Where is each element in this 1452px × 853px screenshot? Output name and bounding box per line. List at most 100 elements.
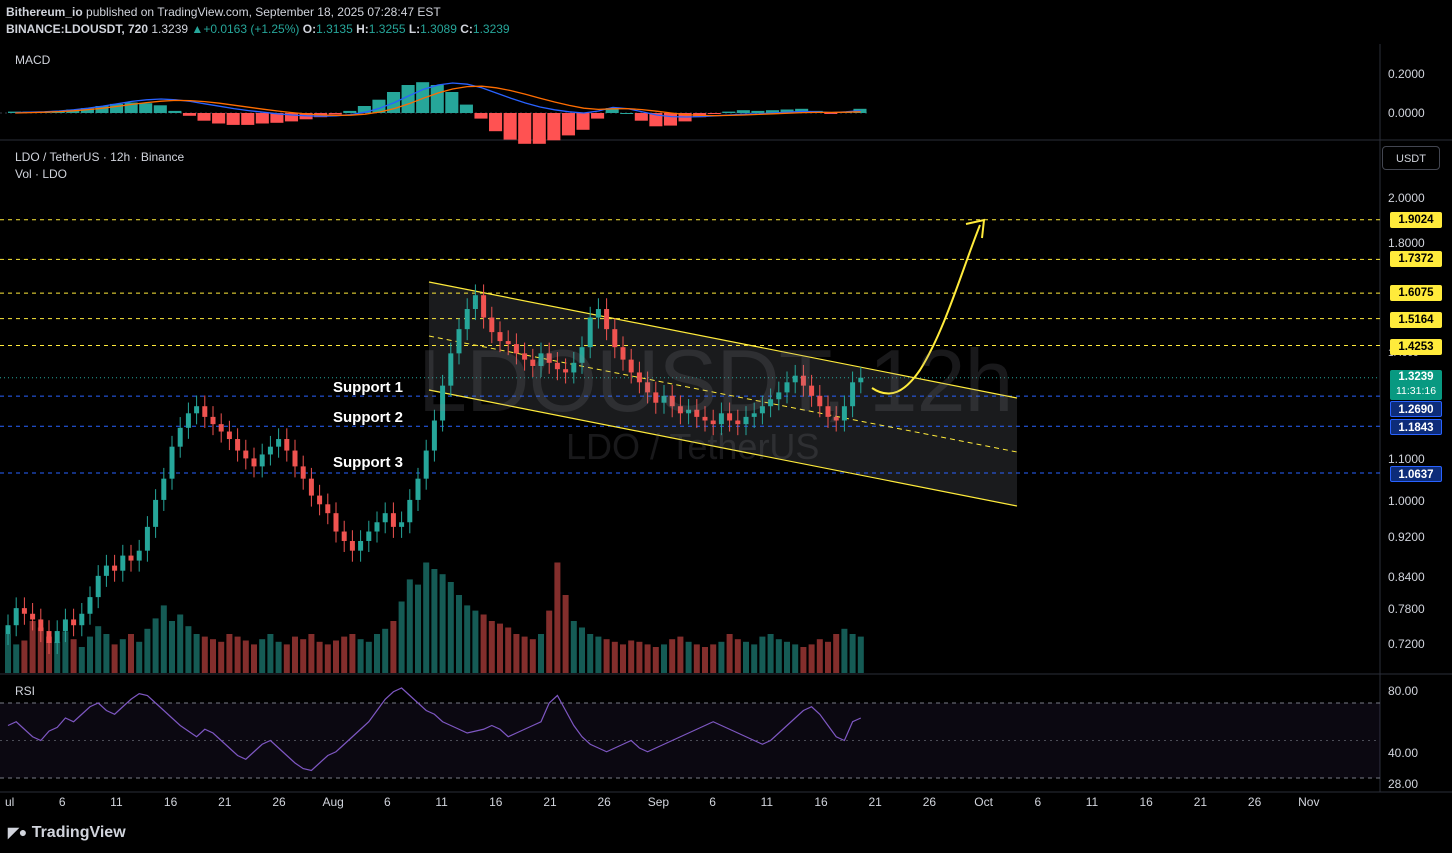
resistance-label[interactable]: 1.9024 <box>1390 212 1442 228</box>
candle-body <box>595 309 601 318</box>
last-price-label[interactable]: 1.3239 11:31:16 <box>1390 370 1442 400</box>
volume-bar <box>505 627 512 673</box>
main-pane-label[interactable]: LDO / TetherUS · 12h · Binance <box>15 150 184 164</box>
volume-bar <box>103 634 110 673</box>
time-axis[interactable]: ul 6 11 16 21 26 Aug 6 11 16 21 26 Sep 6 11 16 21 26 Oct 6 1… <box>0 795 1380 811</box>
macd-histogram-bar <box>197 113 211 121</box>
volume-bar <box>841 628 848 673</box>
macd-histogram-bar <box>591 113 605 119</box>
volume-bar <box>529 639 536 673</box>
resistance-label[interactable]: 1.6075 <box>1390 285 1442 301</box>
candle-body <box>62 619 68 632</box>
time-tick: 16 <box>814 795 828 809</box>
bar-countdown: 11:31:16 <box>1395 385 1437 397</box>
volume-bar <box>857 636 864 673</box>
volume-label[interactable]: Vol · LDO <box>15 167 67 181</box>
resistance-label[interactable]: 1.7372 <box>1390 251 1442 267</box>
price-tick: 0.7200 <box>1388 637 1425 651</box>
time-tick: 21 <box>868 795 882 809</box>
volume-bar <box>743 641 749 673</box>
macd-histogram-bar <box>503 113 517 140</box>
time-tick: 6 <box>1034 795 1042 809</box>
volume-bar <box>234 636 241 673</box>
candle-body <box>333 513 339 532</box>
volume-bar <box>775 639 782 673</box>
volume-bar <box>661 644 667 673</box>
time-tick: 6 <box>709 795 716 809</box>
volume-bar <box>800 647 807 673</box>
support-label[interactable]: 1.1843 <box>1390 419 1442 435</box>
time-tick: ul <box>5 795 15 809</box>
resistance-label[interactable]: 1.4253 <box>1390 339 1442 355</box>
tradingview-logo[interactable]: ◤● TradingView <box>8 824 126 842</box>
candle-body <box>71 619 77 626</box>
volume-bar <box>538 634 544 673</box>
volume-bar <box>87 636 93 673</box>
macd-histogram-bar <box>343 110 357 113</box>
support-3-text: Support 3 <box>333 454 403 471</box>
time-tick: 11 <box>110 795 123 809</box>
volume-bar <box>447 582 454 673</box>
support-label[interactable]: 1.0637 <box>1390 466 1442 482</box>
currency-button[interactable]: USDT <box>1382 146 1440 170</box>
volume-bar <box>13 644 20 673</box>
time-tick: 21 <box>1193 795 1208 809</box>
volume-bar <box>144 628 151 673</box>
candle-body <box>284 439 290 451</box>
candle-body <box>128 555 134 561</box>
rsi-axis-tick: 28.00 <box>1388 777 1419 791</box>
volume-bar <box>759 636 766 673</box>
resistance-label[interactable]: 1.5164 <box>1390 312 1442 328</box>
volume-bar <box>242 640 249 673</box>
candle-body <box>13 608 19 626</box>
candle-body <box>87 597 93 614</box>
time-tick: 16 <box>1139 795 1153 809</box>
volume-bar <box>283 644 290 673</box>
time-tick: 16 <box>489 795 503 809</box>
volume-bar <box>95 626 102 673</box>
time-tick: Sep <box>647 795 670 809</box>
candle-body <box>251 458 257 467</box>
volume-bar <box>382 628 389 673</box>
candle-body <box>481 295 487 318</box>
volume-bar <box>267 634 274 673</box>
macd-histogram-bar <box>416 82 430 113</box>
candle-body <box>423 450 429 479</box>
support-label[interactable]: 1.2690 <box>1390 401 1442 417</box>
volume-bar <box>784 641 790 673</box>
macd-pane-label[interactable]: MACD <box>15 53 50 67</box>
volume-bar <box>669 639 676 673</box>
macd-histogram-bar <box>620 113 634 114</box>
volume-bar <box>357 639 364 673</box>
volume-bar <box>611 641 618 673</box>
macd-histogram-bar <box>459 104 473 113</box>
candle-body <box>194 406 200 414</box>
tradingview-logo-text: TradingView <box>31 824 126 841</box>
candle-body <box>358 540 364 551</box>
candle-body <box>185 413 191 428</box>
candle-body <box>218 424 224 432</box>
candle-body <box>169 446 175 479</box>
time-tick: 6 <box>384 795 391 809</box>
volume-bar <box>193 634 200 673</box>
volume-bar <box>423 562 430 673</box>
volume-bar <box>849 634 856 673</box>
volume-bar <box>603 639 610 673</box>
candle-body <box>415 478 421 500</box>
volume-bar <box>439 574 446 673</box>
candle-body <box>300 466 306 479</box>
price-tick: 0.8400 <box>1388 570 1425 584</box>
macd-histogram-bar <box>168 110 182 113</box>
rsi-pane-label[interactable]: RSI <box>15 684 35 698</box>
macd-axis-top: 0.2000 <box>1388 67 1425 81</box>
volume-bar <box>677 636 684 673</box>
candle-body <box>95 575 101 598</box>
volume-bar <box>710 644 717 673</box>
volume-bar <box>349 634 356 673</box>
volume-bar <box>833 634 840 673</box>
volume-bar <box>636 641 643 673</box>
support-1-text: Support 1 <box>333 379 403 396</box>
candle-body <box>153 499 159 527</box>
volume-bar <box>78 647 85 673</box>
candle-body <box>276 439 282 447</box>
